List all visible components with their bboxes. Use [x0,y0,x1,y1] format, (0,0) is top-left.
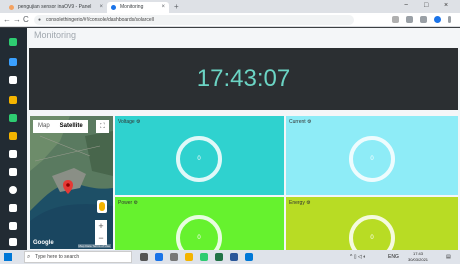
extension-icon[interactable] [420,16,427,23]
google-logo: Google [33,240,54,246]
browser-tab-monitoring[interactable]: Monitoring × [107,2,169,13]
clock-time: 17:43:07 [196,65,291,92]
extension-icon[interactable] [406,16,413,23]
plugins-icon[interactable] [9,132,17,140]
taskbar-search-field[interactable]: ⌕ Type here to search [24,251,132,263]
language-indicator[interactable]: ENG [388,250,399,264]
current-card: Current ⚙ 0 [286,116,458,195]
zoom-in-button[interactable]: + [95,220,107,232]
windows-taskbar: ⌕ Type here to search ^ ▯ ◁ ◐ ENG 17:43 … [0,250,460,264]
chrome-icon[interactable] [200,253,208,261]
gauge-ring: 0 [349,136,395,182]
gauge-value: 0 [197,156,201,162]
tab-label: pengujian sensor inaOV9 - Panel [18,4,92,10]
reload-button[interactable]: C [23,14,29,26]
page-title: Monitoring [34,30,77,40]
store-icon[interactable] [170,253,178,261]
address-bar: ← → C ● consolethingerio/#!/console/dash… [0,13,460,27]
devices-icon[interactable] [9,58,17,66]
notifications-icon[interactable]: ▤ [446,250,451,264]
dashboard-content: Monitoring 17:43:07 Map Satellite ⛶ + − … [27,28,460,261]
access-tokens-icon[interactable] [9,168,17,176]
card-title: Voltage ⚙ [118,119,141,125]
edge-icon[interactable] [155,253,163,261]
task-view-icon[interactable] [140,253,148,261]
card-title: Current ⚙ [289,119,312,125]
endpoints-icon[interactable] [9,96,17,104]
map-type-satellite-button[interactable]: Satellite [55,120,88,133]
account-icon[interactable] [9,204,17,212]
map-type-map-button[interactable]: Map [33,120,55,133]
browser-menu-icon[interactable] [448,16,451,23]
dashboard-icon[interactable] [9,38,17,46]
street-view-pegman-icon[interactable] [97,200,107,213]
windows-start-icon[interactable] [4,253,12,261]
profile-avatar[interactable] [434,16,441,23]
back-button[interactable]: ← [3,14,11,26]
storage-icon[interactable] [9,150,17,158]
zoom-control: + − [95,220,107,245]
browser-tab-strip: pengujian sensor inaOV9 - Panel × Monito… [0,0,460,13]
tab-label: Monitoring [120,4,144,10]
fullscreen-icon[interactable]: ⛶ [96,120,109,133]
url-field[interactable]: ● consolethingerio/#!/console/dashboards… [34,15,354,25]
app-icon[interactable] [245,253,253,261]
gauge-ring: 0 [176,136,222,182]
close-window-button[interactable]: × [444,0,448,12]
voltage-card: Voltage ⚙ 0 [115,116,284,195]
map-type-control: Map Satellite [33,120,88,133]
clock-widget: 17:43:07 [29,48,458,110]
tab-close-icon[interactable]: × [99,2,103,13]
taskbar-date: 30/03/2021 [408,257,429,262]
card-title: Power ⚙ [118,200,139,206]
logout-icon[interactable] [9,238,17,246]
extension-icon[interactable] [392,16,399,23]
search-icon: ⌕ [27,254,31,260]
word-icon[interactable] [230,253,238,261]
minimize-button[interactable]: − [404,0,408,12]
map-terms-link[interactable]: Map Data Terms of Use [77,244,111,248]
tray-icons[interactable]: ^ ▯ ◁ ◐ [350,250,366,264]
alarms-icon[interactable] [9,114,17,122]
settings-icon[interactable] [9,186,17,194]
excel-icon[interactable] [215,253,223,261]
help-icon[interactable] [9,222,17,230]
file-explorer-icon[interactable] [185,253,193,261]
taskbar-clock[interactable]: 17:43 30/03/2021 [408,251,428,263]
lock-icon: ● [38,17,42,23]
zoom-out-button[interactable]: − [95,232,107,244]
data-buckets-icon[interactable] [9,76,17,84]
forward-button[interactable]: → [13,14,21,26]
tab-favicon-icon [9,5,14,10]
map-marker-icon[interactable] [63,180,73,194]
browser-tab-panel[interactable]: pengujian sensor inaOV9 - Panel × [5,2,107,13]
taskbar-search-placeholder: Type here to search [35,254,80,260]
url-text: consolethingerio/#!/console/dashboards/s… [46,17,154,23]
maximize-button[interactable]: □ [424,0,428,12]
app-sidebar [0,28,27,250]
map-widget[interactable]: Map Satellite ⛶ + − Google Map Data Term… [30,116,113,249]
tab-close-icon[interactable]: × [161,2,165,13]
card-title: Energy ⚙ [289,200,311,206]
gauge-value: 0 [370,156,374,162]
tab-favicon-icon [111,5,116,10]
energy-card: Energy ⚙ 0 [286,197,458,261]
power-card: Power ⚙ 0 [115,197,284,261]
new-tab-button[interactable]: + [174,1,179,12]
